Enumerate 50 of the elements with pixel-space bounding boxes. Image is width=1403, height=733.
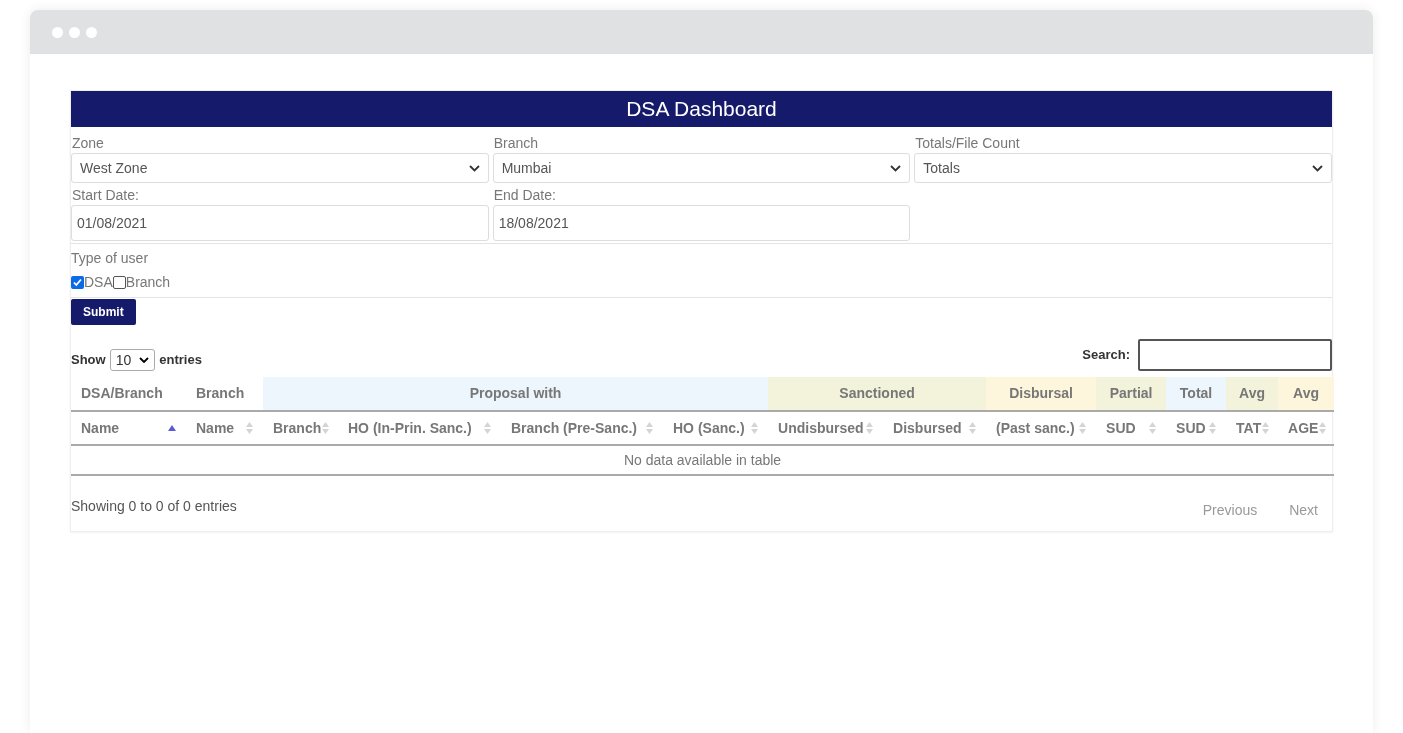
group-header: Sanctioned xyxy=(768,377,987,411)
checkbox[interactable] xyxy=(71,276,84,289)
column-header[interactable]: HO (Sanc.) xyxy=(673,417,745,439)
column-header[interactable]: Branch (Pre-Sanc.) xyxy=(511,417,638,439)
chevron-icon xyxy=(1312,164,1323,172)
select-field[interactable]: Mumbai xyxy=(492,153,911,183)
column-header[interactable]: HO (In-Prin. Sanc.) xyxy=(348,417,472,439)
checkbox-label: Branch xyxy=(125,273,171,292)
column-header[interactable]: Disbursed xyxy=(893,417,962,439)
checkbox-label: DSA xyxy=(84,273,113,292)
entries-select[interactable]: 10 xyxy=(109,349,156,371)
group-header: Proposal with xyxy=(263,377,769,411)
column-header[interactable]: SUD xyxy=(1176,417,1206,439)
field-label: Type of user xyxy=(71,249,150,268)
column-header[interactable]: Name xyxy=(196,417,235,439)
column-header[interactable]: SUD xyxy=(1106,417,1136,439)
group-header: Avg xyxy=(1278,377,1335,411)
date-field[interactable]: 18/08/2021 xyxy=(492,205,911,241)
empty-table-message: No data available in table xyxy=(71,445,1335,475)
chevron-icon xyxy=(468,164,480,172)
group-header: Disbursal xyxy=(986,377,1097,411)
column-header[interactable]: Undisbursed xyxy=(778,417,864,439)
field-label: Zone xyxy=(71,134,105,153)
group-header: Branch xyxy=(186,377,263,411)
group-header: DSA/Branch xyxy=(71,377,186,411)
search-field[interactable] xyxy=(1138,339,1332,371)
search-label: Search: xyxy=(1082,346,1130,365)
column-header[interactable]: AGE xyxy=(1288,417,1319,439)
field-label: Branch xyxy=(492,134,539,153)
submit-button[interactable]: Submit xyxy=(71,299,136,325)
checkbox[interactable] xyxy=(112,276,126,289)
show-label: Show xyxy=(71,351,106,370)
column-header[interactable]: TAT xyxy=(1236,417,1262,439)
select-field[interactable]: West Zone xyxy=(71,153,489,183)
group-header: Total xyxy=(1166,377,1227,411)
entries-label: entries xyxy=(159,351,202,370)
column-header[interactable]: (Past sanc.) xyxy=(996,417,1075,439)
table-info: Showing 0 to 0 of 0 entries xyxy=(71,497,237,516)
date-field[interactable]: 01/08/2021 xyxy=(71,205,489,241)
chevron-icon xyxy=(139,357,150,363)
field-label: Totals/File Count xyxy=(914,134,1021,153)
group-header: Partial xyxy=(1096,377,1167,411)
column-header[interactable]: Branch xyxy=(273,417,322,439)
chevron-icon xyxy=(890,164,902,172)
column-header[interactable]: Name xyxy=(81,417,120,439)
select-field[interactable]: Totals xyxy=(914,153,1332,183)
field-label: End Date: xyxy=(492,186,557,205)
dashboard-title: DSA Dashboard xyxy=(71,91,1332,127)
field-label: Start Date: xyxy=(71,186,140,205)
group-header: Avg xyxy=(1226,377,1279,411)
